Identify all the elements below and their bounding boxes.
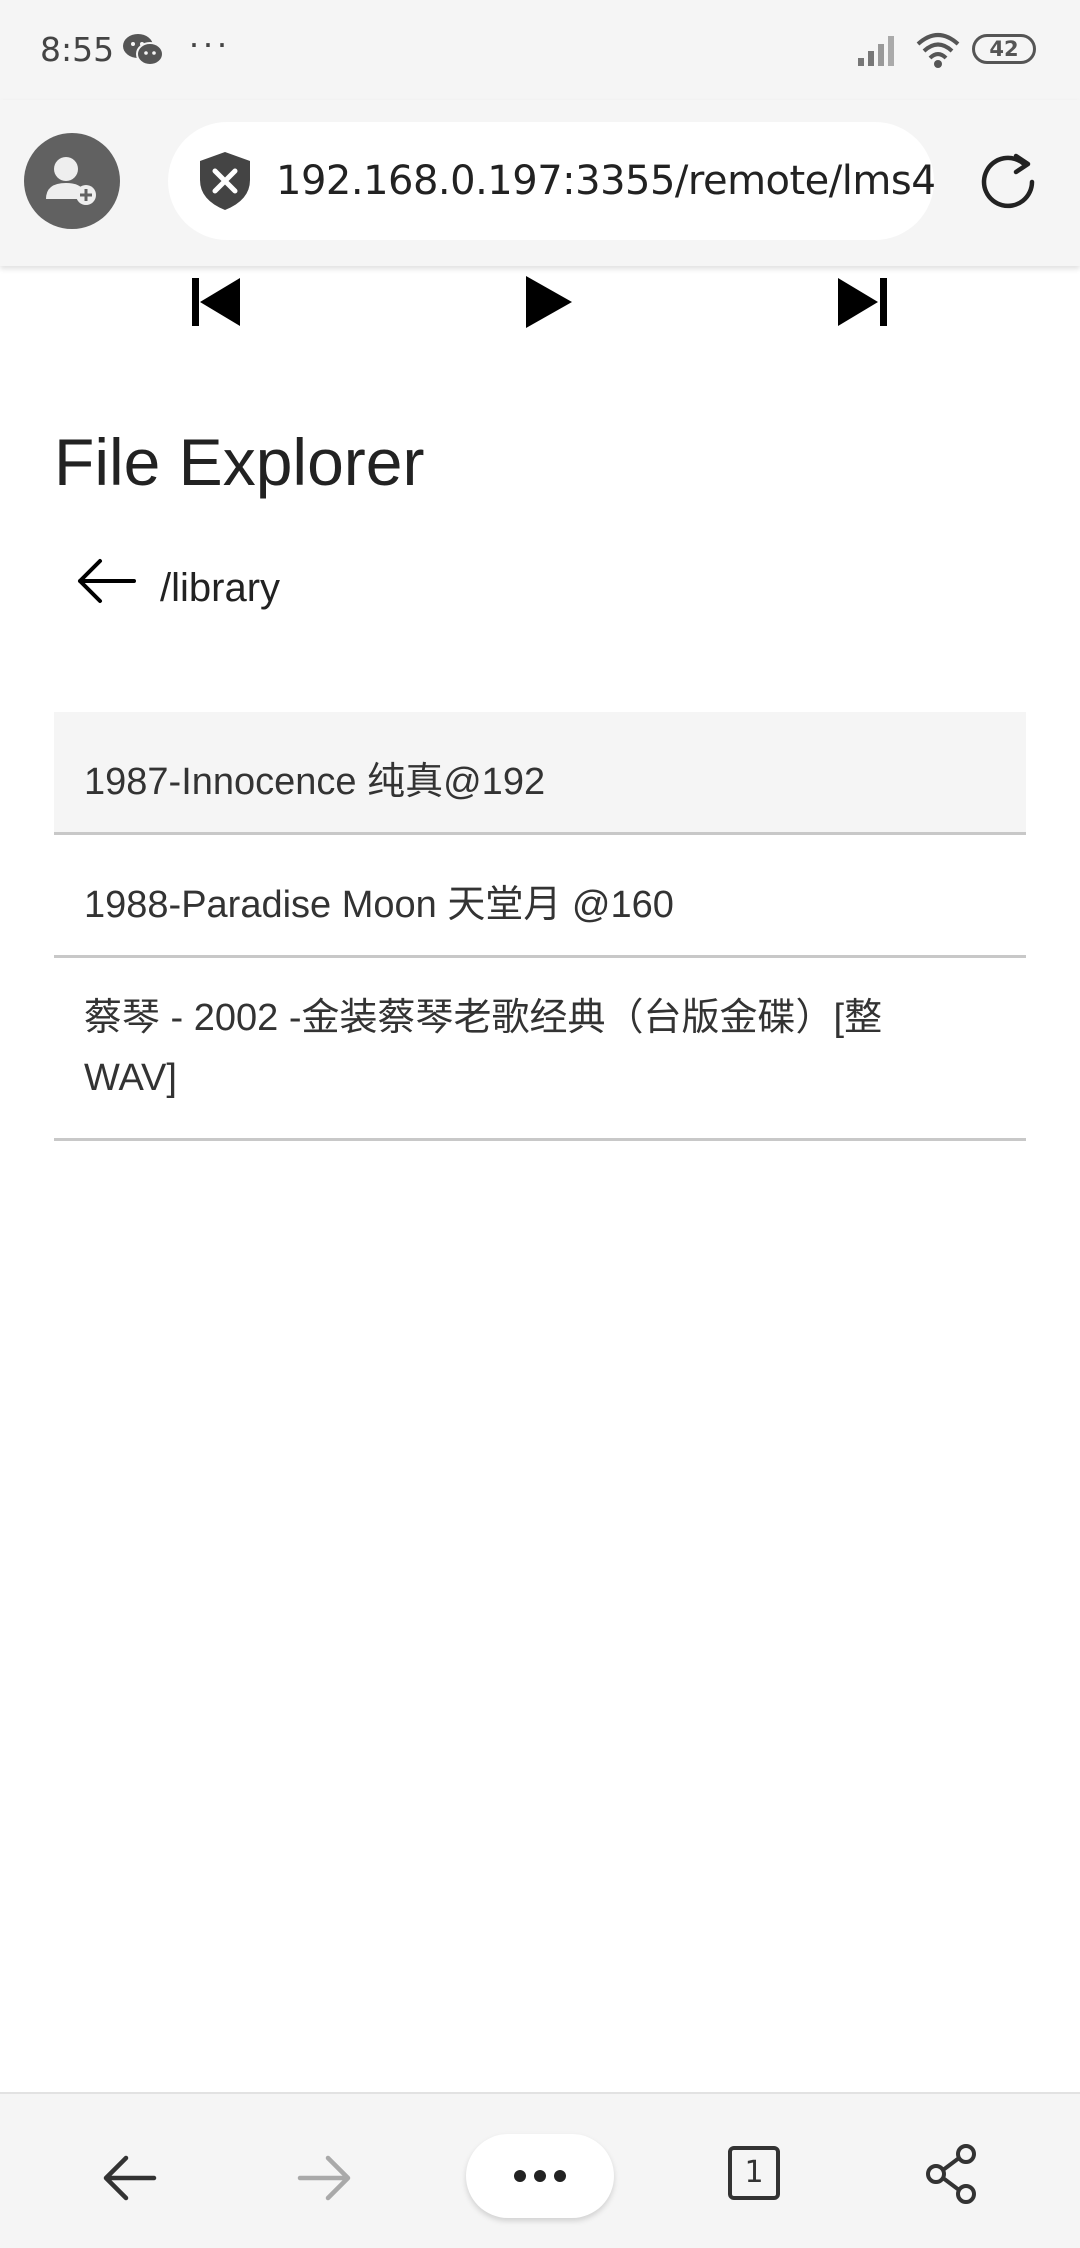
list-item[interactable]: 蔡琴 - 2002 -金装蔡琴老歌经典（台版金碟）[整 WAV] <box>54 958 1026 1141</box>
list-item-label: 1988-Paradise Moon 天堂月 @160 <box>84 884 674 926</box>
reload-icon[interactable] <box>976 150 1040 214</box>
play-icon[interactable] <box>518 274 578 330</box>
list-item-label: 1987-Innocence 纯真@192 <box>84 761 546 803</box>
more-menu-button[interactable] <box>466 2134 614 2218</box>
wifi-icon <box>916 33 960 68</box>
battery-indicator: 42 <box>972 34 1036 64</box>
more-menu-icon <box>514 2170 566 2182</box>
current-path: /library <box>160 566 281 610</box>
list-item[interactable]: 1988-Paradise Moon 天堂月 @160 <box>54 835 1026 958</box>
profile-avatar-icon[interactable] <box>24 133 120 229</box>
skip-previous-icon[interactable] <box>186 274 246 330</box>
tab-count: 1 <box>744 2155 764 2190</box>
signal-icon <box>858 36 894 66</box>
list-item-label-line2: WAV] <box>84 1057 177 1099</box>
browser-toolbar: 192.168.0.197:3355/remote/lms4 <box>0 100 1080 266</box>
status-more-indicator: ··· <box>188 22 230 63</box>
status-time: 8:55 <box>40 30 115 69</box>
list-item-label-line1: 蔡琴 - 2002 -金装蔡琴老歌经典（台版金碟）[整 <box>84 997 883 1039</box>
status-bar: 8:55 ··· 42 <box>0 0 1080 100</box>
bottom-navigation: 1 <box>0 2092 1080 2248</box>
back-arrow-icon[interactable] <box>76 556 138 606</box>
battery-level: 42 <box>989 37 1019 61</box>
share-icon[interactable] <box>924 2144 978 2204</box>
tabs-button[interactable]: 1 <box>728 2146 780 2200</box>
media-controls <box>0 266 1080 336</box>
nav-forward-icon[interactable] <box>292 2146 356 2210</box>
skip-next-icon[interactable] <box>834 274 894 330</box>
page-title: File Explorer <box>54 425 425 499</box>
url-text[interactable]: 192.168.0.197:3355/remote/lms4 <box>276 158 934 204</box>
file-list: 1987-Innocence 纯真@192 1988-Paradise Moon… <box>54 712 1026 1141</box>
wechat-icon <box>123 34 164 66</box>
address-bar[interactable]: 192.168.0.197:3355/remote/lms4 <box>168 122 934 240</box>
insecure-shield-icon[interactable] <box>196 150 254 212</box>
list-item[interactable]: 1987-Innocence 纯真@192 <box>54 712 1026 835</box>
nav-back-icon[interactable] <box>98 2146 162 2210</box>
